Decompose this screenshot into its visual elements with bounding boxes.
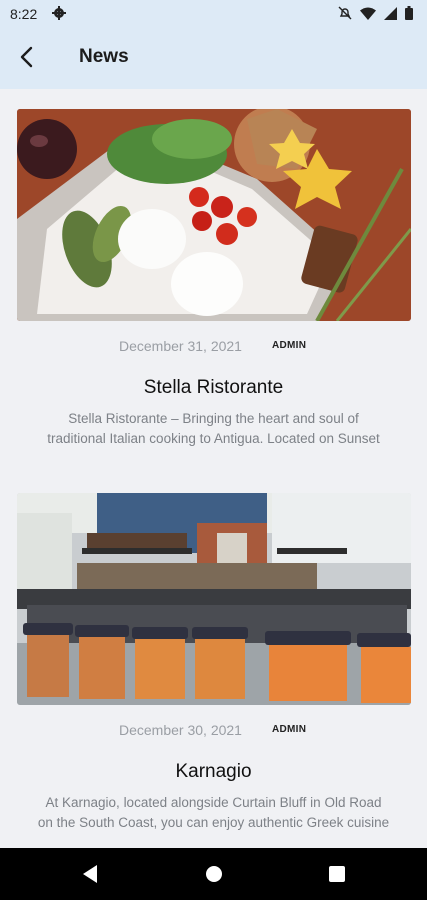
post-title[interactable]: Stella Ristorante — [0, 377, 427, 399]
post-excerpt-line: Stella Ristorante – Bringing the heart a… — [68, 411, 359, 426]
back-triangle-icon[interactable] — [81, 864, 99, 889]
post-excerpt-line: traditional Italian cooking to Antigua. … — [47, 431, 380, 446]
post-excerpt: At Karnagio, located alongside Curtain B… — [14, 793, 413, 833]
signal-icon — [384, 6, 397, 25]
system-nav-bar — [0, 848, 427, 900]
battery-icon — [405, 6, 413, 25]
news-image[interactable] — [17, 109, 411, 321]
status-bar: 8:22 — [0, 0, 427, 28]
status-icons — [338, 6, 413, 25]
home-circle-icon[interactable] — [205, 864, 223, 889]
news-image[interactable] — [17, 493, 411, 705]
post-excerpt-line: on the South Coast, you can enjoy authen… — [37, 815, 390, 830]
post-author[interactable]: ADMIN — [272, 724, 306, 735]
recents-square-icon[interactable] — [328, 864, 346, 889]
news-feed[interactable]: December 31, 2021 ADMIN Stella Ristorant… — [0, 89, 427, 848]
post-date: December 31, 2021 — [119, 338, 242, 354]
gear-icon — [52, 6, 66, 25]
arrow-back-icon — [19, 46, 35, 73]
post-excerpt-line: At Karnagio, located alongside Curtain B… — [45, 795, 382, 810]
post-author[interactable]: ADMIN — [272, 340, 306, 351]
post-title[interactable]: Karnagio — [0, 761, 427, 783]
app-bar: News — [0, 28, 427, 89]
back-button[interactable] — [10, 42, 44, 76]
post-date: December 30, 2021 — [119, 722, 242, 738]
notifications-off-icon — [338, 6, 352, 25]
status-time: 8:22 — [10, 6, 38, 22]
page-title: News — [79, 46, 129, 67]
post-excerpt: Stella Ristorante – Bringing the heart a… — [14, 409, 413, 449]
wifi-icon — [360, 7, 376, 25]
